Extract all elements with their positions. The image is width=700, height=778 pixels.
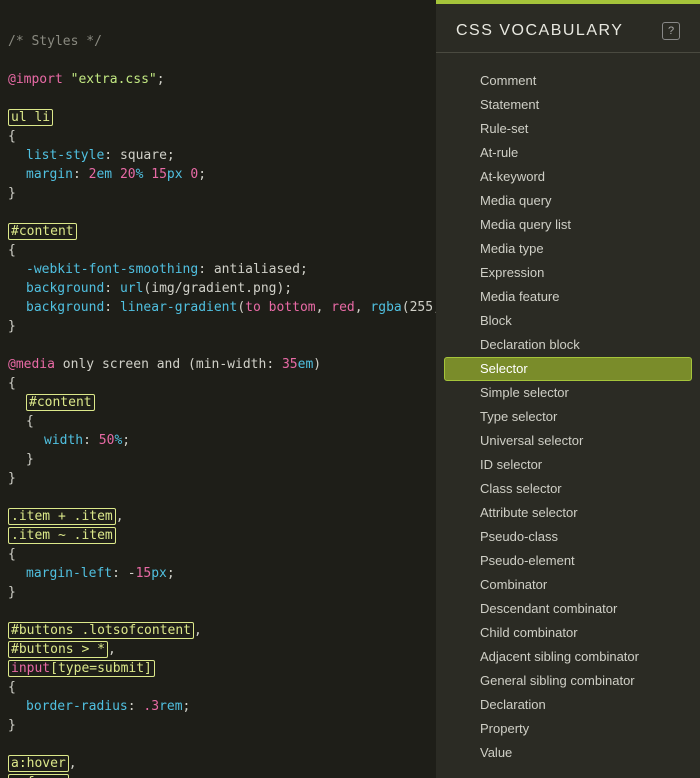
- code-editor: /* Styles */ @import "extra.css"; ul li …: [0, 0, 436, 778]
- selector-content-nested[interactable]: #content: [26, 394, 95, 411]
- selector-buttons-lots[interactable]: #buttons .lotsofcontent: [8, 622, 194, 639]
- vocab-item-media-feature[interactable]: Media feature: [444, 285, 692, 309]
- prop-border-radius: border-radius: [26, 699, 128, 714]
- vocab-item-universal-selector[interactable]: Universal selector: [444, 429, 692, 453]
- selector-ul-li[interactable]: ul li: [8, 109, 53, 126]
- selector-input-submit[interactable]: input[type=submit]: [8, 660, 155, 677]
- vocab-item-rule-set[interactable]: Rule-set: [444, 117, 692, 141]
- vocab-item-child-combinator[interactable]: Child combinator: [444, 621, 692, 645]
- vocab-item-class-selector[interactable]: Class selector: [444, 477, 692, 501]
- selector-item-adj[interactable]: .item + .item: [8, 508, 116, 525]
- comment-text: /* Styles */: [8, 34, 102, 49]
- vocab-item-at-rule[interactable]: At-rule: [444, 141, 692, 165]
- vocab-item-pseudo-class[interactable]: Pseudo-class: [444, 525, 692, 549]
- prop-margin: margin: [26, 167, 73, 182]
- vocab-item-media-type[interactable]: Media type: [444, 237, 692, 261]
- at-media: @media: [8, 357, 55, 372]
- prop-wfs: -webkit-font-smoothing: [26, 262, 198, 277]
- help-button[interactable]: ?: [662, 22, 680, 40]
- vocab-item-id-selector[interactable]: ID selector: [444, 453, 692, 477]
- vocab-item-combinator[interactable]: Combinator: [444, 573, 692, 597]
- vocab-item-general-sibling-combinator[interactable]: General sibling combinator: [444, 669, 692, 693]
- selector-content[interactable]: #content: [8, 223, 77, 240]
- selector-a-hover[interactable]: a:hover: [8, 755, 69, 772]
- vocabulary-sidebar: CSS VOCABULARY ? CommentStatementRule-se…: [436, 0, 700, 778]
- selector-buttons-child[interactable]: #buttons > *: [8, 641, 108, 658]
- vocab-item-expression[interactable]: Expression: [444, 261, 692, 285]
- vocab-item-declaration-block[interactable]: Declaration block: [444, 333, 692, 357]
- sidebar-title: CSS VOCABULARY: [456, 22, 623, 40]
- vocab-item-value[interactable]: Value: [444, 741, 692, 765]
- vocab-item-comment[interactable]: Comment: [444, 69, 692, 93]
- vocab-item-property[interactable]: Property: [444, 717, 692, 741]
- vocab-item-media-query[interactable]: Media query: [444, 189, 692, 213]
- vocab-item-descendant-combinator[interactable]: Descendant combinator: [444, 597, 692, 621]
- vocab-item-simple-selector[interactable]: Simple selector: [444, 381, 692, 405]
- vocab-item-statement[interactable]: Statement: [444, 93, 692, 117]
- vocab-item-adjacent-sibling-combinator[interactable]: Adjacent sibling combinator: [444, 645, 692, 669]
- vocab-item-type-selector[interactable]: Type selector: [444, 405, 692, 429]
- sidebar-header: CSS VOCABULARY ?: [436, 4, 700, 53]
- selector-a-focus[interactable]: a:focus: [8, 774, 69, 778]
- prop-width: width: [44, 433, 83, 448]
- vocab-item-declaration[interactable]: Declaration: [444, 693, 692, 717]
- vocab-item-attribute-selector[interactable]: Attribute selector: [444, 501, 692, 525]
- prop-margin-left: margin-left: [26, 566, 112, 581]
- vocab-item-selector[interactable]: Selector: [444, 357, 692, 381]
- vocab-item-at-keyword[interactable]: At-keyword: [444, 165, 692, 189]
- selector-item-gen[interactable]: .item ~ .item: [8, 527, 116, 544]
- vocabulary-list: CommentStatementRule-setAt-ruleAt-keywor…: [436, 53, 700, 778]
- prop-list-style: list-style: [26, 148, 104, 163]
- vocab-item-block[interactable]: Block: [444, 309, 692, 333]
- import-string: "extra.css": [71, 72, 157, 87]
- vocab-item-media-query-list[interactable]: Media query list: [444, 213, 692, 237]
- vocab-item-pseudo-element[interactable]: Pseudo-element: [444, 549, 692, 573]
- at-import: @import: [8, 72, 63, 87]
